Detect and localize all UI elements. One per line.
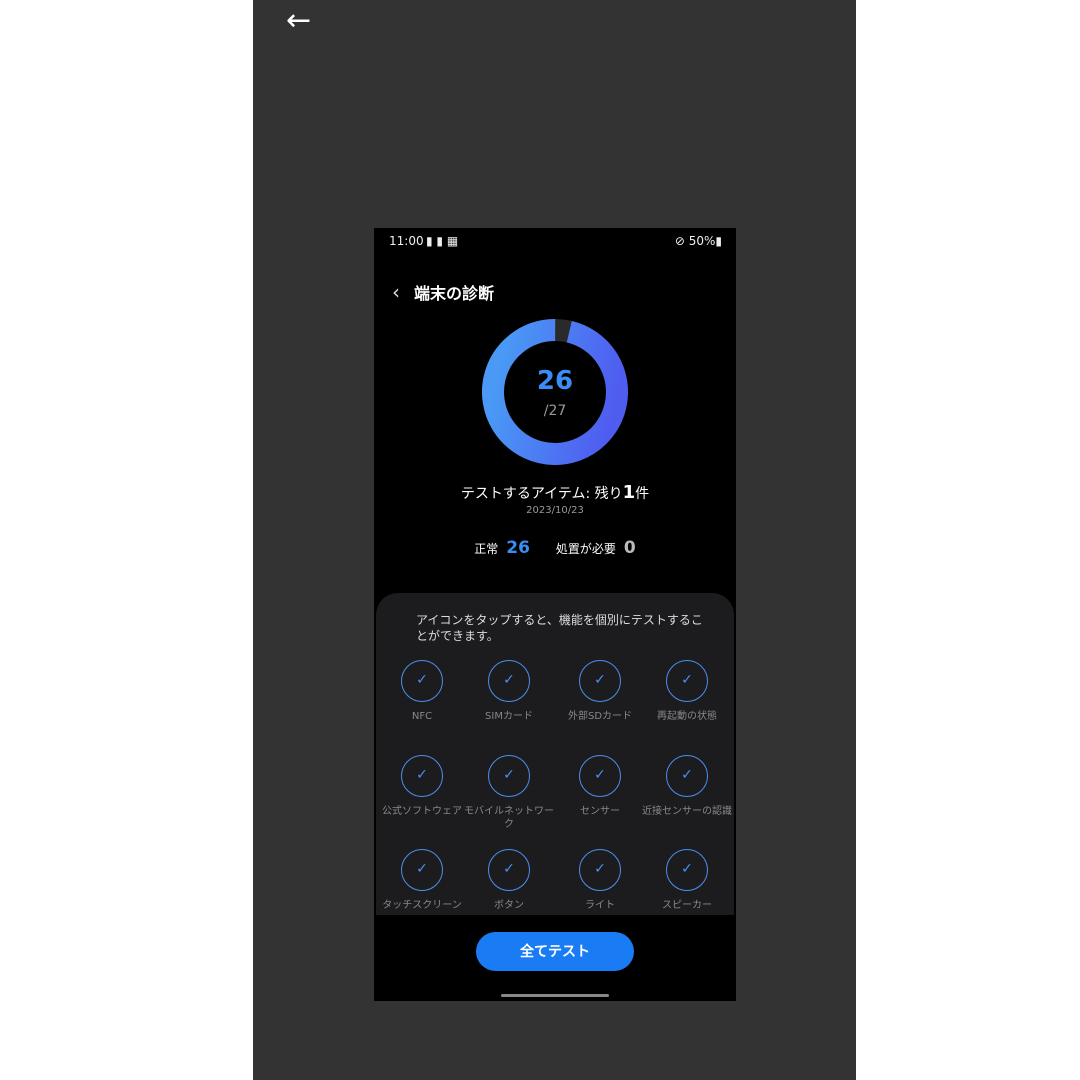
hint-text: アイコンをタップすると、機能を個別にテストすることができます。 [416,613,703,643]
check-circle-icon[interactable]: ✓ [579,755,621,797]
test-item-label: モバイルネットワーク [464,806,554,830]
status-time: 11:00 [389,234,424,248]
test-item-label: 外部SDカード [567,711,633,722]
test-item[interactable]: ✓ NFC [377,660,467,723]
check-circle-icon[interactable]: ✓ [666,849,708,891]
phone-screenshot: 11:00 ▮ ▮ ▦ ⊘ 50%▮ ‹ 端末の診断 26 /27 テストするア… [374,228,736,1001]
test-date: 2023/10/23 [526,505,584,516]
status-right: ⊘ 50%▮ [675,234,722,248]
test-item[interactable]: ✓ ライト [555,849,645,912]
test-item-label: タッチスクリーン [382,900,462,911]
action-count: 0 [623,538,636,558]
remaining-text: テストするアイテム: 残り1件 [460,482,650,503]
back-chevron-icon[interactable]: ‹ [392,280,400,304]
normal-label: 正常 [474,542,499,556]
check-circle-icon[interactable]: ✓ [579,849,621,891]
check-circle-icon[interactable]: ✓ [666,755,708,797]
passed-count: 26 [536,366,574,396]
battery-level: 50% [688,234,716,248]
test-item[interactable]: ✓ SIMカード [464,660,554,723]
test-item[interactable]: ✓ タッチスクリーン [377,849,467,912]
check-circle-icon[interactable]: ✓ [401,660,443,702]
test-item-label: センサー [580,806,620,817]
battery-icon: ▮ [715,234,722,248]
test-item[interactable]: ✓ 再起動の状態 [642,660,732,723]
notification-icons: ▮ ▮ ▦ [426,234,459,248]
check-circle-icon[interactable]: ✓ [488,660,530,702]
test-item[interactable]: ✓ モバイルネットワーク [464,755,554,831]
page-title: 端末の診断 [414,284,495,303]
result-stats: 正常 26 処置が必要 0 [374,538,736,558]
test-item-label: SIMカード [485,711,533,722]
test-item[interactable]: ✓ スピーカー [642,849,732,912]
action-label: 処置が必要 [555,542,616,556]
check-circle-icon[interactable]: ✓ [579,660,621,702]
test-item-label: ボタン [494,900,524,911]
check-circle-icon[interactable]: ✓ [401,849,443,891]
test-item-label: 公式ソフトウェア [382,806,462,817]
test-item[interactable]: ✓ 外部SDカード [555,660,645,723]
test-item-label: 再起動の状態 [657,711,717,722]
test-item-label: ライト [585,900,615,911]
test-item-label: 近接センサーの認識 [642,806,732,817]
test-item[interactable]: ✓ 公式ソフトウェア [377,755,467,818]
test-item[interactable]: ✓ 近接センサーの認識 [642,755,732,818]
normal-count: 26 [506,538,530,558]
test-item-label: スピーカー [662,900,712,911]
check-circle-icon[interactable]: ✓ [401,755,443,797]
wifi-icon: ⊘ [674,234,689,248]
check-circle-icon[interactable]: ✓ [666,660,708,702]
total-count: /27 [543,403,567,419]
test-item[interactable]: ✓ センサー [555,755,645,818]
test-items-panel: アイコンをタップすると、機能を個別にテストすることができます。 ✓ NFC ✓ SIM… [376,593,734,915]
test-item[interactable]: ✓ ボタン [464,849,554,912]
test-all-button[interactable]: 全てテスト [476,932,634,971]
check-circle-icon[interactable]: ✓ [488,755,530,797]
home-indicator [501,994,609,997]
check-circle-icon[interactable]: ✓ [488,849,530,891]
test-item-label: NFC [411,711,433,722]
back-arrow-icon[interactable]: ← [286,6,316,36]
